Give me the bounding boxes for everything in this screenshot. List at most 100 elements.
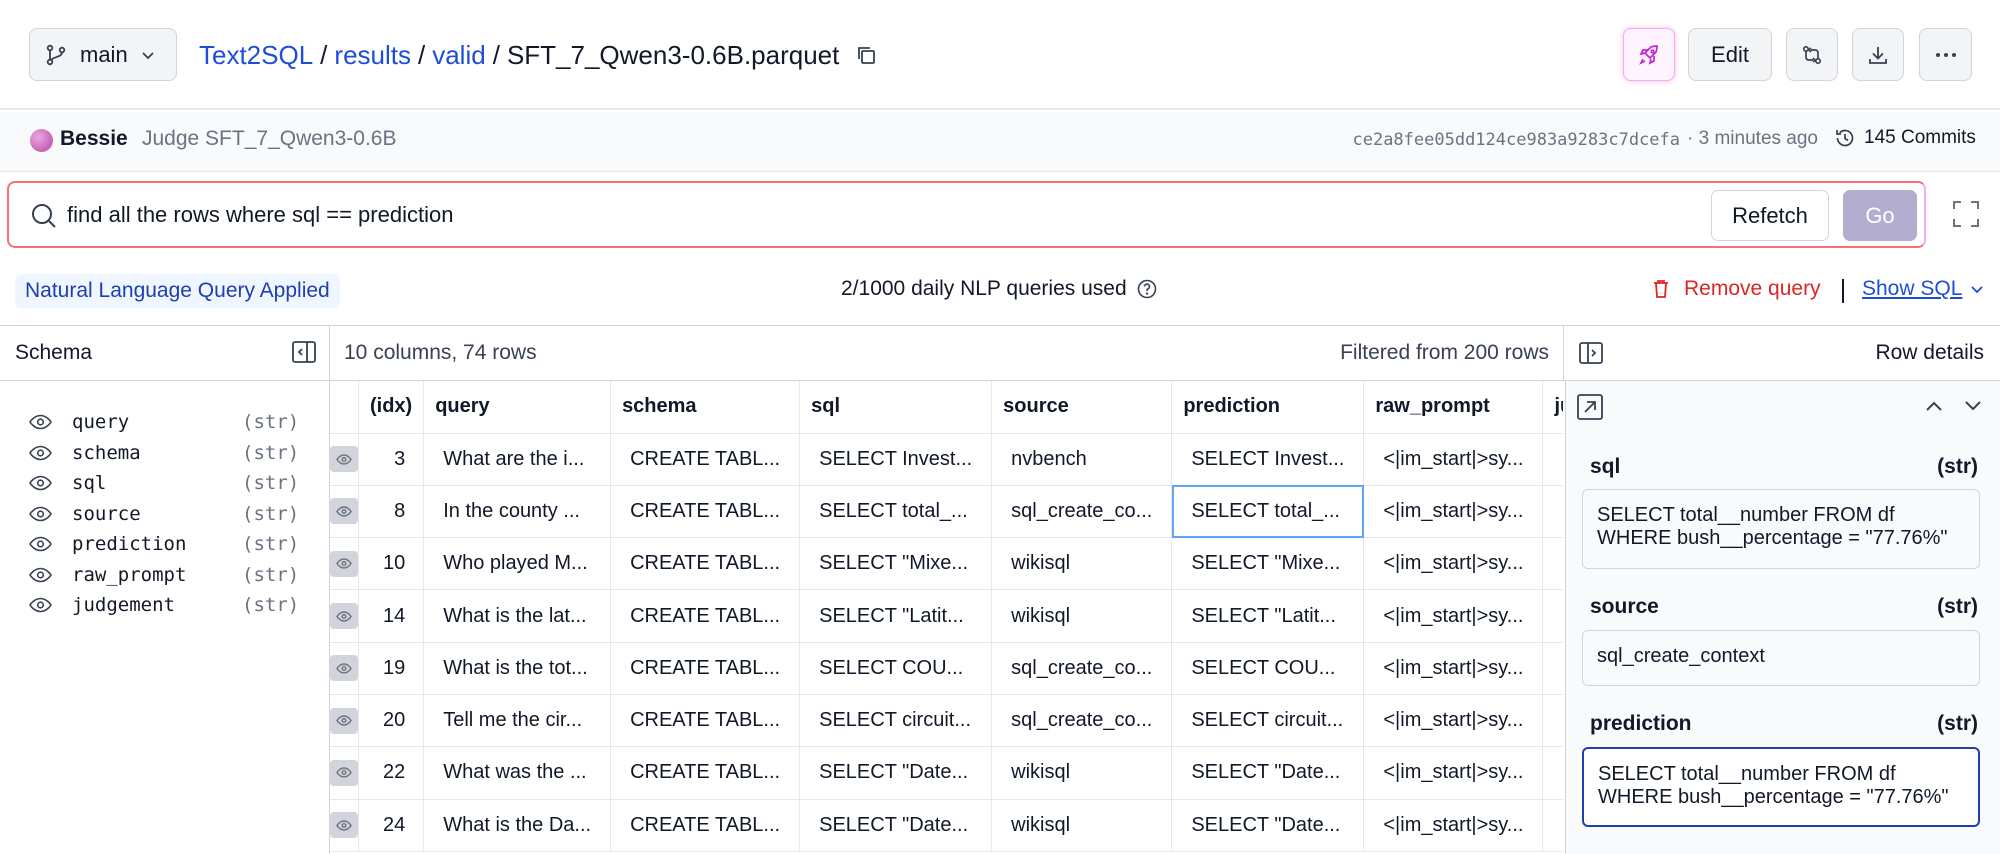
cell-sql[interactable]: SELECT Invest... xyxy=(799,433,993,486)
copy-path-icon[interactable] xyxy=(855,44,877,66)
cell-raw-prompt[interactable]: <|im_start|>sy... xyxy=(1363,799,1544,852)
cell-idx[interactable]: 14 xyxy=(358,589,425,643)
cell-schema[interactable]: CREATE TABL... xyxy=(610,799,801,852)
view-row-button[interactable] xyxy=(330,812,358,839)
view-row-button[interactable] xyxy=(330,498,358,525)
column-header[interactable]: raw_prompt xyxy=(1363,381,1544,434)
cell-raw-prompt[interactable]: <|im_start|>sy... xyxy=(1363,642,1544,695)
cell-sql[interactable]: SELECT total_... xyxy=(799,485,993,539)
cell-judgement[interactable]: <rea xyxy=(1542,694,1563,748)
cell-sql[interactable]: SELECT COU... xyxy=(799,642,993,695)
nl-query-input[interactable] xyxy=(67,201,1267,229)
eye-icon[interactable] xyxy=(29,567,52,583)
cell-source[interactable]: nvbench xyxy=(991,433,1173,486)
cell-schema[interactable]: CREATE TABL... xyxy=(610,589,801,643)
cell-query[interactable]: What is the tot... xyxy=(423,642,612,695)
cell-idx[interactable]: 19 xyxy=(358,642,425,695)
eye-icon[interactable] xyxy=(29,445,52,461)
cell-raw-prompt[interactable]: <|im_start|>sy... xyxy=(1363,589,1544,643)
cell-judgement[interactable]: <rea xyxy=(1542,589,1563,643)
eye-icon[interactable] xyxy=(29,475,52,491)
cell-query[interactable]: What is the lat... xyxy=(423,589,612,643)
column-header[interactable]: source xyxy=(991,381,1173,434)
cell-raw-prompt[interactable]: <|im_start|>sy... xyxy=(1363,485,1544,539)
commit-hash[interactable]: ce2a8fee05dd124ce983a9283c7dcefa xyxy=(1352,130,1680,150)
cell-schema[interactable]: CREATE TABL... xyxy=(610,694,801,748)
cell-idx[interactable]: 8 xyxy=(358,485,425,539)
remove-query-button[interactable]: Remove query xyxy=(1652,277,1821,301)
open-external-icon[interactable] xyxy=(1576,393,1604,421)
eye-icon[interactable] xyxy=(29,506,52,522)
cell-query[interactable]: Who played M... xyxy=(423,537,612,591)
refetch-button[interactable]: Refetch xyxy=(1711,190,1829,241)
cell-schema[interactable]: CREATE TABL... xyxy=(610,746,801,800)
chevron-up-icon[interactable] xyxy=(1924,399,1944,413)
field-value-source[interactable]: sql_create_context xyxy=(1582,630,1980,686)
view-row-button[interactable] xyxy=(330,446,358,473)
table-row[interactable]: 14 What is the lat... CREATE TABL... SELECT… xyxy=(330,589,1563,643)
table-row[interactable]: 22 What was the ... CREATE TABL... SELECT "… xyxy=(330,746,1563,800)
cell-judgement[interactable]: <rea xyxy=(1542,799,1563,852)
cell-prediction[interactable]: SELECT Invest... xyxy=(1171,433,1365,486)
cell-prediction[interactable]: SELECT total_... xyxy=(1171,485,1365,539)
cell-idx[interactable]: 24 xyxy=(358,799,425,852)
cell-sql[interactable]: SELECT "Mixe... xyxy=(799,537,993,591)
chevron-down-icon[interactable] xyxy=(1963,399,1983,413)
view-row-button[interactable] xyxy=(330,707,358,734)
breadcrumb-folder-valid[interactable]: valid xyxy=(432,40,485,71)
cell-source[interactable]: wikisql xyxy=(991,799,1173,852)
cell-sql[interactable]: SELECT circuit... xyxy=(799,694,993,748)
cell-prediction[interactable]: SELECT "Mixe... xyxy=(1171,537,1365,591)
breadcrumb-repo[interactable]: Text2SQL xyxy=(199,40,313,71)
view-row-button[interactable] xyxy=(330,759,358,786)
edit-button[interactable]: Edit xyxy=(1688,28,1772,81)
cell-raw-prompt[interactable]: <|im_start|>sy... xyxy=(1363,537,1544,591)
column-header[interactable]: prediction xyxy=(1171,381,1365,434)
column-header[interactable]: (idx) xyxy=(358,381,425,434)
cell-raw-prompt[interactable]: <|im_start|>sy... xyxy=(1363,433,1544,486)
cell-query[interactable]: What was the ... xyxy=(423,746,612,800)
cell-idx[interactable]: 22 xyxy=(358,746,425,800)
view-row-button[interactable] xyxy=(330,655,358,682)
column-header[interactable]: query xyxy=(423,381,612,434)
help-icon[interactable] xyxy=(1137,279,1157,299)
data-table-container[interactable]: (idx) query schema sql source prediction… xyxy=(330,381,1563,854)
cell-sql[interactable]: SELECT "Latit... xyxy=(799,589,993,643)
cell-idx[interactable]: 3 xyxy=(358,433,425,486)
view-row-button[interactable] xyxy=(330,603,358,630)
ai-assist-button[interactable] xyxy=(1623,28,1675,81)
cell-schema[interactable]: CREATE TABL... xyxy=(610,433,801,486)
table-row[interactable]: 20 Tell me the cir... CREATE TABL... SELECT… xyxy=(330,694,1563,748)
cell-source[interactable]: wikisql xyxy=(991,537,1173,591)
cell-query[interactable]: Tell me the cir... xyxy=(423,694,612,748)
table-row[interactable]: 8 In the county ... CREATE TABL... SELECT t… xyxy=(330,485,1563,539)
cell-sql[interactable]: SELECT "Date... xyxy=(799,746,993,800)
cell-source[interactable]: wikisql xyxy=(991,589,1173,643)
cell-prediction[interactable]: SELECT "Latit... xyxy=(1171,589,1365,643)
eye-icon[interactable] xyxy=(29,536,52,552)
cell-raw-prompt[interactable]: <|im_start|>sy... xyxy=(1363,746,1544,800)
breadcrumb-folder-results[interactable]: results xyxy=(334,40,411,71)
table-row[interactable]: 10 Who played M... CREATE TABL... SELECT "M… xyxy=(330,537,1563,591)
fullscreen-icon[interactable] xyxy=(1952,200,1980,228)
collapse-panel-icon[interactable] xyxy=(291,339,317,365)
eye-icon[interactable] xyxy=(29,597,52,613)
table-row[interactable]: 19 What is the tot... CREATE TABL... SELECT… xyxy=(330,642,1563,695)
column-header[interactable]: sql xyxy=(799,381,993,434)
cell-source[interactable]: sql_create_co... xyxy=(991,694,1173,748)
cell-judgement[interactable]: <rea xyxy=(1542,537,1563,591)
cell-prediction[interactable]: SELECT COU... xyxy=(1171,642,1365,695)
compare-button[interactable] xyxy=(1786,28,1838,81)
column-header[interactable]: judgement xyxy=(1542,381,1563,434)
cell-query[interactable]: In the county ... xyxy=(423,485,612,539)
cell-prediction[interactable]: SELECT circuit... xyxy=(1171,694,1365,748)
cell-judgement[interactable]: <rea xyxy=(1542,642,1563,695)
commit-author[interactable]: Bessie xyxy=(60,127,128,151)
cell-query[interactable]: What is the Da... xyxy=(423,799,612,852)
cell-schema[interactable]: CREATE TABL... xyxy=(610,485,801,539)
field-value-sql[interactable]: SELECT total__number FROM df WHERE bush_… xyxy=(1582,489,1980,569)
eye-icon[interactable] xyxy=(29,414,52,430)
cell-source[interactable]: sql_create_co... xyxy=(991,642,1173,695)
branch-selector[interactable]: main xyxy=(29,28,177,81)
cell-judgement[interactable]: <rea xyxy=(1542,485,1563,539)
